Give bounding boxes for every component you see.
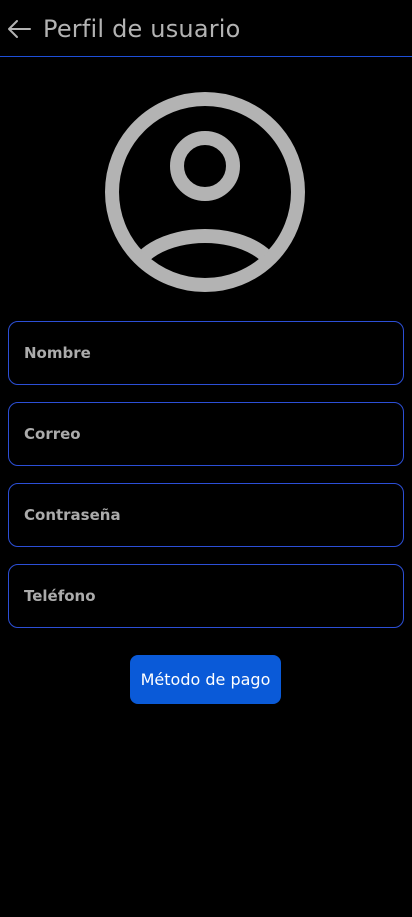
phone-field[interactable] <box>8 564 404 628</box>
name-field[interactable] <box>8 321 404 385</box>
arrow-left-icon <box>8 20 31 38</box>
account-circle-icon <box>105 92 305 292</box>
name-input[interactable] <box>9 322 403 384</box>
payment-method-label: Método de pago <box>140 670 271 689</box>
password-field[interactable] <box>8 483 404 547</box>
page-title: Perfil de usuario <box>43 15 241 43</box>
phone-input[interactable] <box>9 565 403 627</box>
profile-screen: Perfil de usuario Método de pago <box>0 0 412 917</box>
password-input[interactable] <box>9 484 403 546</box>
app-bar: Perfil de usuario <box>0 0 412 57</box>
payment-method-button[interactable]: Método de pago <box>130 655 281 704</box>
back-button[interactable] <box>4 14 34 44</box>
email-field[interactable] <box>8 402 404 466</box>
avatar <box>102 89 308 295</box>
email-input[interactable] <box>9 403 403 465</box>
